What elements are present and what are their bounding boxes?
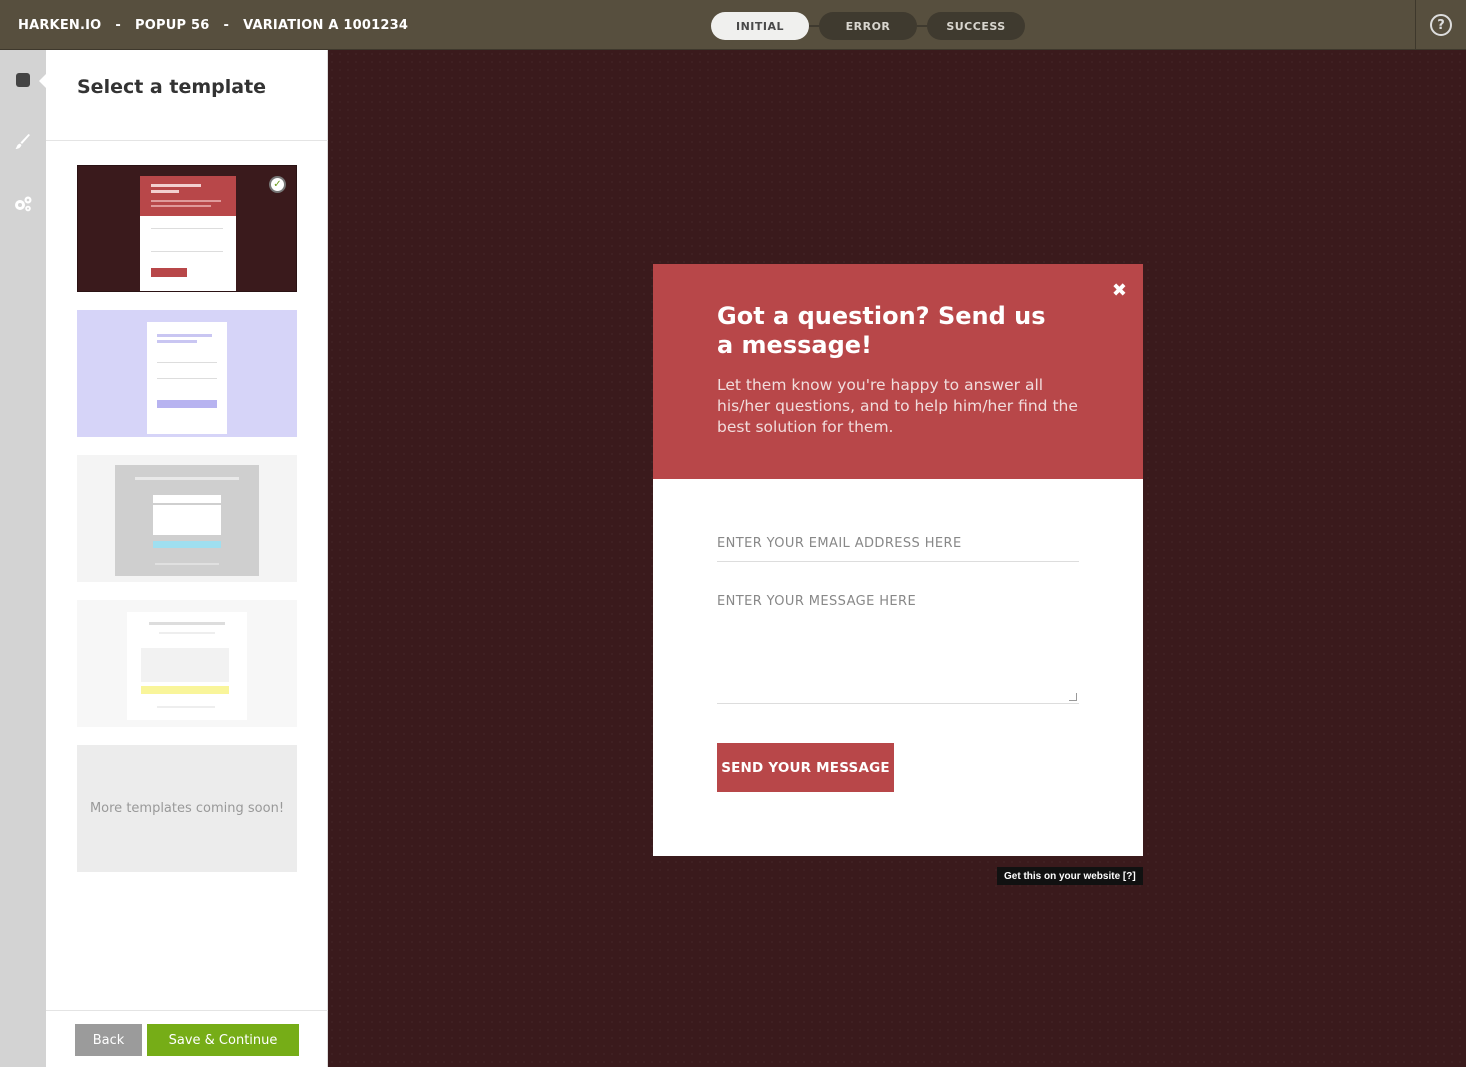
more-templates-placeholder: More templates coming soon! [77, 745, 297, 872]
panel-footer: Back Save & Continue [46, 1010, 328, 1067]
state-success-tab[interactable]: SUCCESS [927, 12, 1025, 40]
popup-preview: ✖ Got a question? Send us a message! Let… [653, 264, 1143, 856]
popup-title: Got a question? Send us a message! [717, 302, 1046, 359]
selected-check-icon: ✓ [269, 176, 286, 193]
settings-gears-icon[interactable] [12, 193, 34, 215]
state-switcher: INITIAL ERROR SUCCESS [711, 12, 1025, 40]
breadcrumb-separator: - [223, 17, 230, 33]
brush-icon[interactable] [12, 131, 34, 153]
state-error-tab[interactable]: ERROR [819, 12, 917, 40]
panel-divider [46, 140, 328, 141]
send-message-button[interactable]: SEND YOUR MESSAGE [717, 743, 894, 792]
template-panel: Select a template ✓ More templates comin… [46, 50, 328, 1067]
variation-label: VARIATION A 1001234 [243, 17, 409, 33]
panel-title: Select a template [77, 76, 267, 98]
template-preview [147, 322, 227, 434]
template-preview [127, 612, 247, 720]
breadcrumb: HARKEN.IO - POPUP 56 - VARIATION A 10012… [18, 0, 408, 50]
template-card-gray-newsletter[interactable] [77, 455, 297, 582]
brand-label[interactable]: HARKEN.IO [18, 18, 101, 33]
top-bar: HARKEN.IO - POPUP 56 - VARIATION A 10012… [0, 0, 1466, 50]
template-card-red-question[interactable]: ✓ [77, 165, 297, 292]
template-card-question-talk[interactable] [77, 600, 297, 727]
help-button[interactable]: ? [1415, 0, 1466, 50]
resize-grip-icon[interactable] [1069, 693, 1077, 701]
popup-description: Let them know you're happy to answer all… [717, 376, 1078, 436]
save-continue-button[interactable]: Save & Continue [147, 1024, 299, 1056]
state-connector [809, 25, 819, 27]
template-card-lavender[interactable] [77, 310, 297, 437]
get-on-website-link[interactable]: Get this on your website [?] [997, 867, 1143, 885]
message-field[interactable] [717, 594, 1079, 704]
breadcrumb-separator: - [115, 17, 122, 33]
help-icon: ? [1430, 14, 1452, 36]
email-field[interactable] [717, 526, 1079, 562]
tool-rail [0, 50, 46, 1067]
state-connector [917, 25, 927, 27]
close-icon[interactable]: ✖ [1112, 282, 1127, 300]
popup-header: ✖ Got a question? Send us a message! Let… [653, 264, 1143, 479]
back-button[interactable]: Back [75, 1024, 142, 1056]
template-preview [115, 465, 259, 576]
template-preview [140, 176, 236, 291]
active-rail-marker [39, 74, 46, 88]
template-icon[interactable] [12, 69, 34, 91]
state-initial-tab[interactable]: INITIAL [711, 12, 809, 40]
popup-label[interactable]: POPUP 56 [135, 18, 209, 33]
